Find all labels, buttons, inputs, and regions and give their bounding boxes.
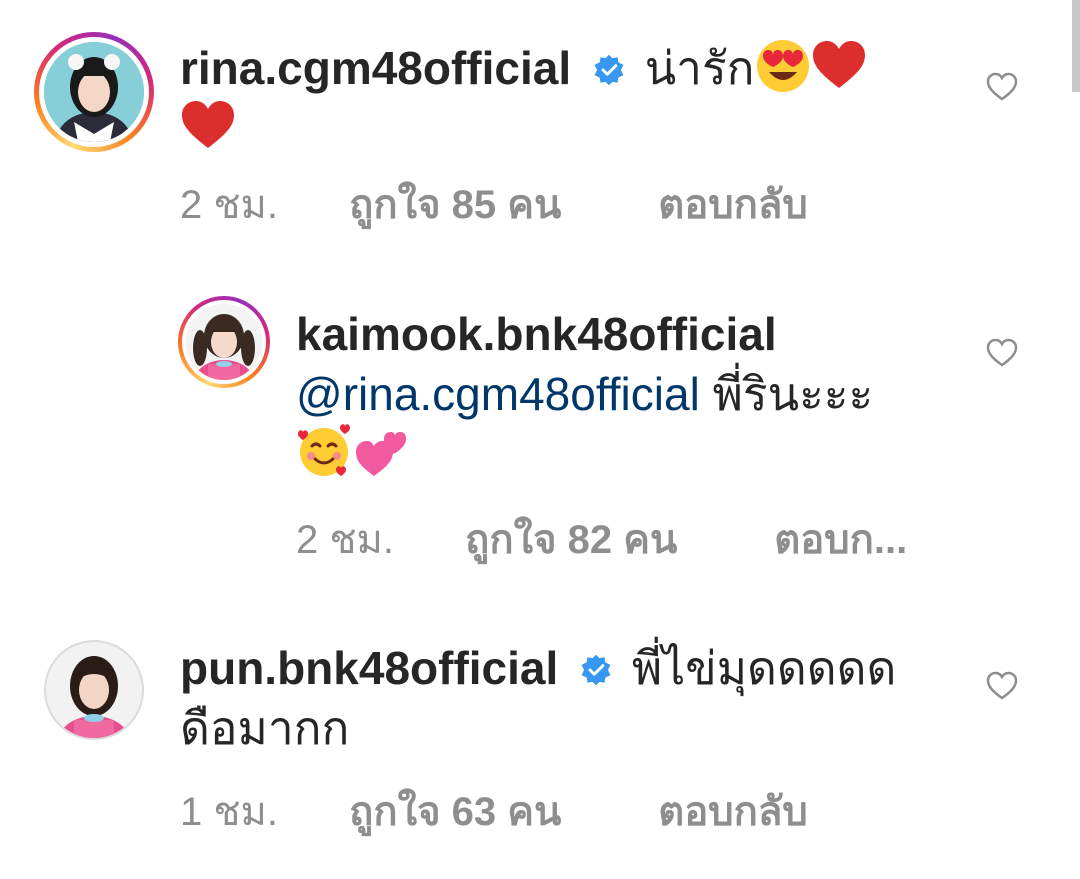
smiling-face-with-hearts-emoji <box>298 424 350 476</box>
red-heart-emoji <box>182 101 234 148</box>
like-heart-icon[interactable] <box>986 338 1018 368</box>
scrollbar[interactable] <box>1072 0 1080 92</box>
heart-eyes-emoji <box>756 40 809 92</box>
like-count[interactable]: ถูกใจ 82 คน <box>465 515 755 565</box>
like-count[interactable]: ถูกใจ 85 คน <box>349 180 639 230</box>
like-count[interactable]: ถูกใจ 63 คน <box>349 787 639 837</box>
comment-text-continued: ดือมากก <box>180 702 350 754</box>
avatar[interactable] <box>178 296 270 388</box>
mention-link[interactable]: @rina.cgm48official <box>296 368 700 420</box>
reply-button[interactable]: ตอบก... <box>774 515 907 565</box>
comment-time: 1 ชม. <box>180 790 278 834</box>
like-heart-icon[interactable] <box>986 671 1018 701</box>
comment-meta: 1 ชม. ถูกใจ 63 คน ตอบกลับ <box>180 787 808 837</box>
red-heart-emoji <box>812 41 865 88</box>
comment-time: 2 ชม. <box>180 183 278 227</box>
comment-text: พี่ไข่มุดดดดด <box>631 642 897 694</box>
comment-text: น่ารัก <box>644 42 755 94</box>
avatar[interactable] <box>34 32 154 152</box>
comment-body: rina.cgm48official น่ารัก <box>180 38 940 158</box>
reply-button[interactable]: ตอบกลับ <box>658 787 808 837</box>
avatar[interactable] <box>44 640 144 740</box>
comment-time: 2 ชม. <box>296 518 394 562</box>
comment-username[interactable]: rina.cgm48official <box>180 42 571 94</box>
verified-badge-icon <box>581 654 611 686</box>
comment-body: pun.bnk48official พี่ไข่มุดดดดด ดือมากก <box>180 638 970 758</box>
two-hearts-emoji <box>356 432 406 476</box>
like-heart-icon[interactable] <box>986 72 1018 102</box>
verified-badge-icon <box>594 54 624 86</box>
comment-meta: 2 ชม. ถูกใจ 85 คน ตอบกลับ <box>180 180 808 230</box>
comment-meta: 2 ชม. ถูกใจ 82 คน ตอบก... <box>296 515 907 565</box>
comment-username[interactable]: kaimook.bnk48official <box>296 308 777 360</box>
comment-body: kaimook.bnk48official @rina.cgm48officia… <box>296 304 956 484</box>
comment-username[interactable]: pun.bnk48official <box>180 642 558 694</box>
reply-button[interactable]: ตอบกลับ <box>658 180 808 230</box>
comment-text: พี่รินะะะ <box>712 368 874 420</box>
